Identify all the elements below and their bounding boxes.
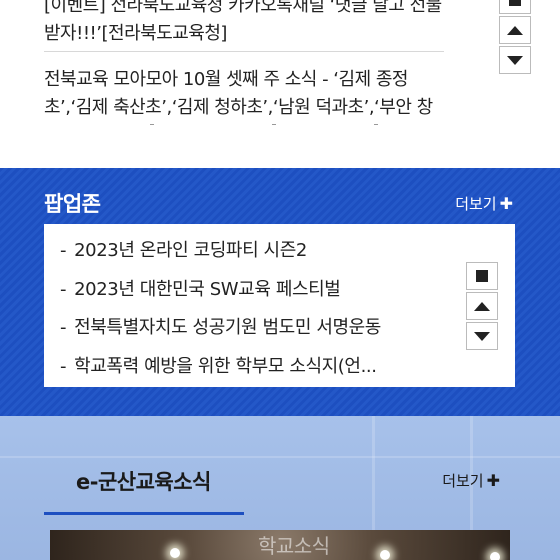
- bullet: -: [60, 355, 67, 377]
- gunsan-more-link[interactable]: 더보기 ✚: [442, 470, 500, 491]
- news-marker: [150, 124, 154, 125]
- popup-item-label: 전북특별자치도 성공기원 범도민 서명운동: [74, 317, 381, 338]
- news-marker: [272, 124, 276, 125]
- popup-item-label: 2023년 온라인 코딩파티 시즌2: [74, 240, 307, 261]
- popup-prev-button[interactable]: [466, 292, 498, 320]
- news-next-button[interactable]: [499, 46, 531, 74]
- popup-item-label: 학교폭력 예방을 위한 학부모 소식지(언...: [74, 355, 377, 377]
- popup-list-box: -2023년 온라인 코딩파티 시즌2 -2023년 대한민국 SW교육 페스티…: [44, 224, 515, 387]
- photo-caption: 학교소식: [258, 534, 330, 558]
- arrow-down-icon: [507, 55, 523, 65]
- gunsan-news-title: e-군산교육소식: [76, 470, 211, 494]
- popup-stop-button[interactable]: [466, 262, 498, 290]
- light-spot: [490, 552, 500, 560]
- news-prev-button[interactable]: [499, 16, 531, 44]
- news-section: [이벤트] 전라북도교육청 카카오톡채널 ‘댓글 달고 선물 받자!!!’[전라…: [0, 0, 560, 168]
- popup-controls: [466, 262, 498, 350]
- popup-list-item[interactable]: -2023년 대한민국 SW교육 페스티벌: [60, 271, 515, 310]
- popup-next-button[interactable]: [466, 322, 498, 350]
- gunsan-news-section: e-군산교육소식 더보기 ✚ 학교소식: [0, 416, 560, 560]
- popup-list-item[interactable]: - 전북특별자치도 성공기원 범도민 서명운동: [60, 309, 515, 348]
- bullet: -: [60, 278, 67, 300]
- popup-item-label: 2023년 대한민국 SW교육 페스티벌: [74, 278, 341, 300]
- popup-zone: 팝업존 더보기 ✚ -2023년 온라인 코딩파티 시즌2 -2023년 대한민…: [0, 168, 560, 416]
- more-label: 더보기: [455, 195, 497, 213]
- background-decoration: [0, 456, 560, 458]
- arrow-up-icon: [507, 25, 523, 35]
- popup-list-item[interactable]: - 학교폭력 예방을 위한 학부모 소식지(언...: [60, 348, 515, 387]
- news-divider: [44, 51, 444, 52]
- popup-zone-title: 팝업존: [44, 192, 101, 216]
- bullet: -: [60, 240, 67, 261]
- stop-icon: [476, 270, 488, 282]
- arrow-up-icon: [474, 301, 490, 311]
- light-spot: [380, 550, 390, 560]
- light-spot: [170, 548, 180, 558]
- news-photo[interactable]: 학교소식: [50, 530, 510, 560]
- news-item-jeonbuk[interactable]: 전북교육 모아모아 10월 셋째 주 소식 - ‘김제 종정초’,‘김제 축산초…: [44, 66, 444, 122]
- news-item-event[interactable]: [이벤트] 전라북도교육청 카카오톡채널 ‘댓글 달고 선물 받자!!!’[전라…: [44, 0, 444, 48]
- more-label: 더보기: [442, 472, 484, 490]
- plus-icon: ✚: [499, 194, 513, 213]
- popup-more-link[interactable]: 더보기 ✚: [455, 193, 513, 214]
- title-underline: [44, 512, 244, 515]
- plus-icon: ✚: [486, 471, 500, 490]
- popup-list: -2023년 온라인 코딩파티 시즌2 -2023년 대한민국 SW교육 페스티…: [44, 224, 515, 386]
- news-stop-button[interactable]: [499, 0, 531, 14]
- stop-icon: [509, 0, 521, 6]
- news-marker: [374, 124, 378, 125]
- bullet: -: [60, 317, 67, 338]
- popup-list-item[interactable]: -2023년 온라인 코딩파티 시즌2: [60, 232, 515, 271]
- news-controls: [499, 0, 531, 74]
- arrow-down-icon: [474, 331, 490, 341]
